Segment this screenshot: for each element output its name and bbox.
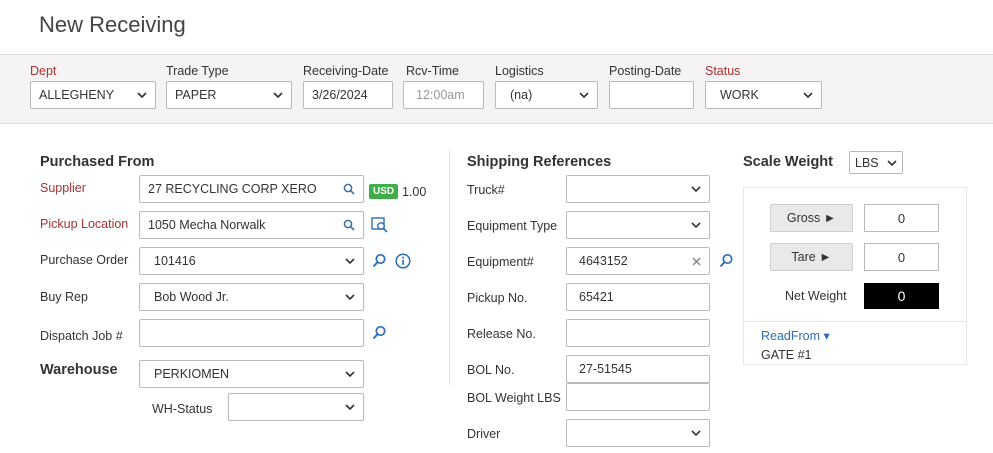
logistics-value: (na) [510,88,533,102]
release-no-label: Release No. [467,327,536,341]
pickup-no-input[interactable]: 65421 [566,283,710,311]
chevron-down-icon [273,92,283,99]
dispatch-job-label: Dispatch Job # [40,329,123,343]
page-title: New Receiving [39,12,186,37]
tare-input[interactable]: 0 [864,243,939,271]
equipment-input[interactable]: 4643152 [566,247,710,275]
search-icon[interactable] [719,253,734,268]
posting-date-label: Posting-Date [609,64,682,78]
clear-icon[interactable] [692,256,701,266]
location-lookup-icon[interactable] [371,217,388,233]
wh-status-label: WH-Status [152,402,213,416]
search-icon[interactable] [372,325,387,340]
equipment-label: Equipment# [467,255,534,269]
warehouse-select[interactable]: PERKIOMEN [139,360,364,388]
rcv-time-label: Rcv-Time [406,64,460,78]
supplier-label: Supplier [40,181,86,195]
driver-label: Driver [467,427,501,441]
unit-select[interactable]: LBS [849,151,903,174]
bol-no-label: BOL No. [467,363,515,377]
logistics-select[interactable]: (na) [495,81,598,109]
equipment-type-select[interactable] [566,211,710,239]
wh-status-select[interactable] [228,393,364,421]
net-weight-label: Net Weight [785,289,847,303]
shipping-heading: Shipping References [467,154,612,170]
pickup-location-value: 1050 Mecha Norwalk [148,218,266,232]
scale-divider [743,321,967,322]
bol-no-input[interactable]: 27-51545 [566,355,710,383]
read-from-value: GATE #1 [761,348,812,362]
trade-type-select[interactable]: PAPER [166,81,292,109]
supplier-input[interactable]: 27 RECYCLING CORP XERO [139,175,364,203]
chevron-down-icon [887,159,897,166]
bol-weight-label: BOL Weight LBS [467,391,561,405]
warehouse-heading: Warehouse [40,362,118,378]
chevron-down-icon [137,92,147,99]
currency-badge: USD [369,184,399,199]
pickup-no-label: Pickup No. [467,291,528,305]
chevron-down-icon [345,258,355,265]
purchased-from-heading: Purchased From [40,154,155,170]
section-divider [449,150,450,385]
info-icon[interactable] [395,253,411,269]
status-label: Status [705,64,741,78]
dept-label: Dept [30,64,57,78]
dept-select[interactable]: ALLEGHENY [30,81,156,109]
equipment-value: 4643152 [579,254,628,268]
dept-value: ALLEGHENY [39,88,115,102]
driver-select[interactable] [566,419,710,447]
buy-rep-label: Buy Rep [40,290,88,304]
purchase-order-value: 101416 [154,254,196,268]
supplier-value: 27 RECYCLING CORP XERO [148,182,317,196]
gross-input[interactable]: 0 [864,204,939,232]
warehouse-value: PERKIOMEN [154,367,230,381]
bol-weight-input[interactable] [566,383,710,411]
pickup-location-input[interactable]: 1050 Mecha Norwalk [139,211,364,239]
net-weight-value: 0 [864,283,939,309]
exchange-rate: 1.00 [402,185,427,199]
truck-select[interactable] [566,175,710,203]
chevron-down-icon [345,404,355,411]
status-select[interactable]: WORK [705,81,822,109]
trade-type-label: Trade Type [166,64,229,78]
gross-button[interactable]: Gross ► [770,204,853,232]
tare-button[interactable]: Tare ► [770,243,853,271]
logistics-label: Logistics [495,64,544,78]
pickup-location-label: Pickup Location [40,217,129,231]
receiving-date-input[interactable]: 3/26/2024 [303,81,393,109]
search-icon[interactable] [343,219,355,231]
rcv-time-input[interactable]: 12:00am [403,81,484,109]
chevron-down-icon [579,92,589,99]
status-value: WORK [720,88,759,102]
release-no-input[interactable] [566,319,710,347]
search-icon[interactable] [372,253,387,268]
receiving-date-label: Receiving-Date [303,64,389,78]
scale-weight-heading: Scale Weight [743,154,833,170]
chevron-down-icon [691,430,701,437]
buy-rep-value: Bob Wood Jr. [154,290,229,304]
chevron-down-icon [691,222,701,229]
unit-value: LBS [855,155,879,170]
buy-rep-select[interactable]: Bob Wood Jr. [139,283,364,311]
truck-label: Truck# [467,183,505,197]
trade-type-value: PAPER [175,88,217,102]
chevron-down-icon [345,371,355,378]
chevron-down-icon [691,186,701,193]
search-icon[interactable] [343,183,355,195]
dispatch-job-input[interactable] [139,319,364,347]
equipment-type-label: Equipment Type [467,219,558,233]
purchase-order-select[interactable]: 101416 [139,247,364,275]
chevron-down-icon [345,294,355,301]
posting-date-input[interactable] [609,81,694,109]
read-from-dropdown[interactable]: ReadFrom ▾ [761,328,830,343]
chevron-down-icon [803,92,813,99]
purchase-order-label: Purchase Order [40,253,129,267]
